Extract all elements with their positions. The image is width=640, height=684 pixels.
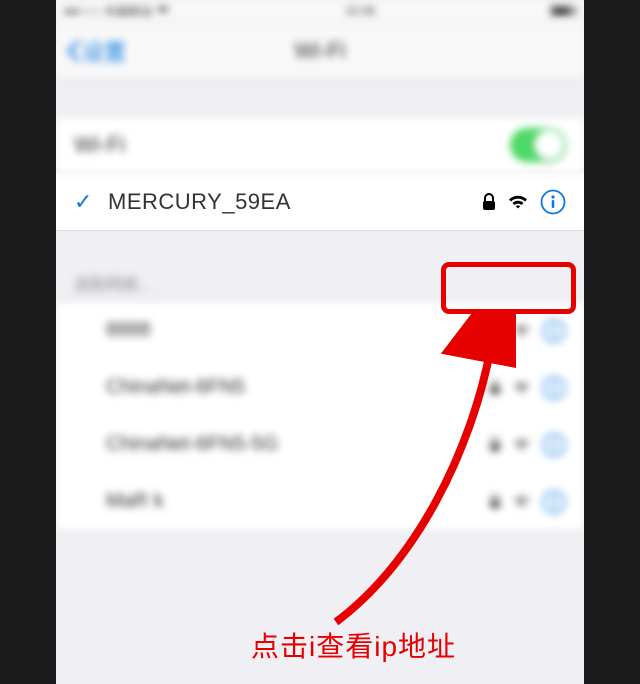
clock: 10:36 <box>345 4 375 18</box>
battery-icon <box>550 5 576 17</box>
wifi-signal-icon <box>508 194 528 209</box>
back-label: 设置 <box>82 35 126 67</box>
annotation-text: 点击i查看ip地址 <box>251 625 456 665</box>
phone-frame: ●●○○○ 中国移动 10:36 设置 Wi-Fi Wi-Fi ✓ <box>56 0 584 684</box>
wifi-signal-icon <box>513 324 530 337</box>
connected-ssid: MERCURY_59EA <box>108 189 291 215</box>
spacer <box>56 80 584 116</box>
lock-icon <box>482 193 496 211</box>
chevron-left-icon <box>66 40 80 62</box>
info-icon[interactable] <box>540 189 566 215</box>
connected-network-row[interactable]: ✓ MERCURY_59EA <box>56 173 584 231</box>
network-ssid: ChinaNet-6FN5 <box>106 376 245 399</box>
info-icon[interactable] <box>542 376 566 400</box>
network-row[interactable]: ChinaNet-6FN5-5G <box>56 416 584 474</box>
network-row[interactable]: 8888 <box>56 302 584 360</box>
wifi-signal-icon <box>513 438 530 451</box>
back-button[interactable]: 设置 <box>66 35 126 67</box>
wifi-signal-icon <box>513 495 530 508</box>
signal-dots-icon: ●●○○○ <box>64 4 100 18</box>
status-bar: ●●○○○ 中国移动 10:36 <box>56 0 584 22</box>
lock-icon <box>489 323 501 338</box>
network-row[interactable]: MaR k <box>56 473 584 531</box>
wifi-toggle-row[interactable]: Wi-Fi <box>56 116 584 174</box>
page-title: Wi-Fi <box>56 38 584 64</box>
network-ssid: ChinaNet-6FN5-5G <box>106 433 278 456</box>
network-ssid: MaR k <box>106 490 164 513</box>
info-icon[interactable] <box>542 319 566 343</box>
lock-icon <box>489 380 501 395</box>
carrier-label: 中国移动 <box>104 3 152 20</box>
lock-icon <box>489 494 501 509</box>
wifi-toggle-label: Wi-Fi <box>74 132 125 158</box>
wifi-icon <box>156 6 170 16</box>
wifi-signal-icon <box>513 381 530 394</box>
checkmark-icon: ✓ <box>74 189 94 215</box>
info-icon[interactable] <box>542 433 566 457</box>
section-label: 选取网络... <box>56 261 584 301</box>
network-ssid: 8888 <box>106 319 151 342</box>
lock-icon <box>489 437 501 452</box>
nav-bar: 设置 Wi-Fi <box>56 22 584 80</box>
toggle-switch[interactable] <box>510 128 566 162</box>
networks-list: 8888 ChinaNet-6FN5 ChinaNet-6FN5-5G <box>56 301 584 531</box>
info-icon[interactable] <box>542 490 566 514</box>
network-row[interactable]: ChinaNet-6FN5 <box>56 359 584 417</box>
